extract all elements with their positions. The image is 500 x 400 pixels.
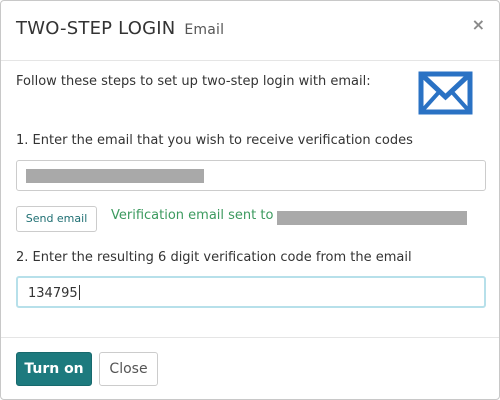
- redacted-recipient: [277, 211, 467, 225]
- verification-code-value: 134795: [28, 285, 80, 301]
- step1-label: 1. Enter the email that you wish to rece…: [16, 133, 413, 148]
- dialog-subtitle: Email: [184, 22, 225, 38]
- dialog-body: Follow these steps to set up two-step lo…: [1, 61, 499, 337]
- dialog-title: TWO-STEP LOGIN Email: [16, 18, 224, 39]
- close-button[interactable]: Close: [99, 352, 158, 386]
- step2-label: 2. Enter the resulting 6 digit verificat…: [16, 250, 412, 265]
- close-icon[interactable]: ×: [472, 15, 485, 35]
- verification-code-text: 134795: [28, 286, 78, 301]
- dialog-footer: Turn on Close: [1, 337, 499, 400]
- dialog-header: TWO-STEP LOGIN Email ×: [1, 1, 499, 61]
- intro-text: Follow these steps to set up two-step lo…: [16, 74, 371, 89]
- turn-on-button[interactable]: Turn on: [16, 352, 92, 386]
- verification-code-field[interactable]: 134795: [16, 276, 486, 308]
- envelope-icon: [418, 71, 473, 115]
- send-email-button[interactable]: Send email: [16, 206, 97, 232]
- dialog-title-text: TWO-STEP LOGIN: [16, 18, 176, 39]
- two-step-login-dialog: TWO-STEP LOGIN Email × Follow these step…: [0, 0, 500, 400]
- verification-sent-message: Verification email sent to: [111, 208, 274, 223]
- redacted-email-value: [26, 169, 204, 183]
- email-field[interactable]: [16, 160, 486, 191]
- text-caret: [78, 285, 80, 300]
